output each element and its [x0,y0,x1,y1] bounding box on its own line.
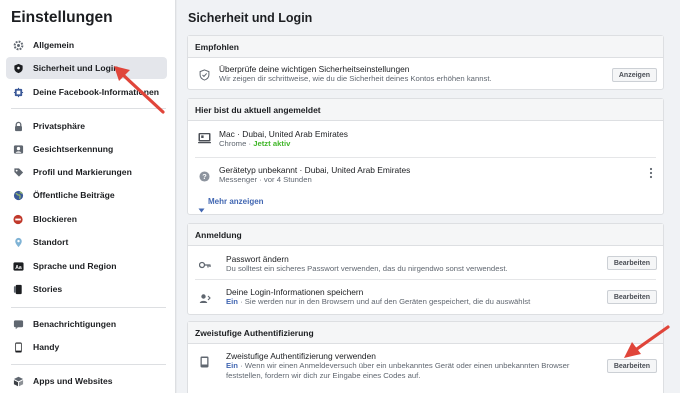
session-separator: · [257,175,264,184]
svg-text:?: ? [202,172,207,181]
sidebar-item-apps-websites[interactable]: Apps und Websites [6,370,167,392]
sidebar-item-stories[interactable]: Stories [6,278,167,300]
two-factor-row[interactable]: Zweistufige Authentifizierung verwenden … [188,344,663,393]
settings-sidebar: Einstellungen Allgemein Sicherheit und L… [0,0,176,393]
sidebar-item-label: Allgemein [33,40,75,50]
sidebar-item-profil-markierungen[interactable]: Profil und Markierungen [6,161,167,183]
sidebar-item-standort[interactable]: Standort [6,231,167,253]
bell-icon [13,319,24,330]
sidebar-item-benachrichtigungen[interactable]: Benachrichtigungen [6,313,167,335]
sidebar-item-label: Standort [33,237,69,247]
change-password-row[interactable]: Passwort ändern Du solltest ein sicheres… [188,246,663,279]
sidebar-item-label: Blockieren [33,214,77,224]
card-header: Empfohlen [188,36,663,58]
show-more-label: Mehr anzeigen [208,197,264,206]
laptop-icon [198,131,211,149]
sidebar-divider [11,108,166,109]
two-factor-subtitle-line2: feststellen, fordern wir dich zur Eingab… [226,371,421,380]
sidebar-item-privatsphaere[interactable]: Privatsphäre [6,115,167,137]
save-login-subtitle: · Sie werden nur in den Browsern und auf… [237,297,531,306]
session-status-active: Jetzt aktiv [253,139,291,148]
sidebar-item-facebook-info[interactable]: Deine Facebook-Informationen [6,81,167,103]
language-icon: Aa [13,261,24,272]
shield-icon [13,63,24,74]
unknown-device-icon: ? [199,169,210,187]
sidebar-item-label: Benachrichtigungen [33,319,117,329]
sidebar-item-label: Stories [33,284,63,294]
save-login-row[interactable]: Deine Login-Informationen speichern Ein … [188,280,663,314]
card-header: Zweistufige Authentifizierung [188,322,663,344]
sidebar-divider [11,307,166,308]
shield-check-icon [199,68,210,86]
page-title: Sicherheit und Login [188,11,313,25]
card-header: Hier bist du aktuell angemeldet [188,99,663,121]
session-time: vor 4 Stunden [263,175,312,184]
password-subtitle: Du solltest ein sicheres Passwort verwen… [226,264,508,273]
save-login-meta: Ein · Sie werden nur in den Browsern und… [226,296,530,307]
edit-save-login-button[interactable]: Bearbeiten [606,290,657,304]
session-app: Chrome [219,139,247,148]
session-app: Messenger [219,175,258,184]
save-login-state: Ein [226,297,238,306]
session-meta: Messenger · vor 4 Stunden [219,174,312,185]
facebook-info-icon [13,87,24,98]
sidebar-title: Einstellungen [11,9,113,26]
block-icon [13,214,24,225]
sessions-card: Hier bist du aktuell angemeldet Mac · Du… [187,98,664,215]
edit-password-button[interactable]: Bearbeiten [606,256,657,270]
sidebar-item-label: Sprache und Region [33,261,117,271]
main-content: Sicherheit und Login Empfohlen Überprüfe… [177,0,680,393]
tag-icon [13,167,24,178]
sidebar-item-label: Apps und Websites [33,376,113,386]
sidebar-item-gesichtserkennung[interactable]: Gesichtserkennung [6,138,167,160]
sidebar-item-blockieren[interactable]: Blockieren [6,208,167,230]
show-more-link[interactable]: Mehr anzeigen [188,194,663,213]
sidebar-item-label: Gesichtserkennung [33,144,114,154]
key-icon [198,257,211,275]
session-row[interactable]: Mac · Dubai, United Arab Emirates Chrome… [188,121,663,156]
checkup-subtitle: Wir zeigen dir schrittweise, wie du die … [219,74,492,83]
security-checkup-row[interactable]: Überprüfe deine wichtigen Sicherheitsein… [188,58,663,90]
more-options-icon[interactable] [649,166,653,184]
sidebar-item-allgemein[interactable]: Allgemein [6,34,167,56]
recommended-card: Empfohlen Überprüfe deine wichtigen Sich… [187,35,664,90]
sidebar-item-sicherheit[interactable]: Sicherheit und Login [6,57,167,79]
sidebar-divider [11,364,166,365]
two-factor-icon [199,355,210,373]
globe-icon [13,190,24,201]
session-row[interactable]: ? Gerätetyp unbekannt · Dubai, United Ar… [188,158,663,191]
session-meta: Chrome · Jetzt aktiv [219,138,290,149]
two-factor-state: Ein [226,361,238,370]
sidebar-item-label: Handy [33,342,60,352]
face-recognition-icon [13,144,24,155]
two-factor-subtitle: · Wenn wir einen Anmeldeversuch über ein… [237,361,570,370]
view-button[interactable]: Anzeigen [611,68,657,82]
two-factor-card: Zweistufige Authentifizierung Zweistufig… [187,321,664,393]
stories-icon [13,284,24,295]
sidebar-item-handy[interactable]: Handy [6,336,167,358]
sidebar-item-oeffentliche-beitraege[interactable]: Öffentliche Beiträge [6,184,167,206]
card-header: Anmeldung [188,224,663,246]
sidebar-item-sprache-region[interactable]: Aa Sprache und Region [6,255,167,277]
edit-two-factor-button[interactable]: Bearbeiten [606,359,657,373]
caret-down-icon [198,200,205,218]
sidebar-item-label: Öffentliche Beiträge [33,190,115,200]
login-save-icon [199,291,211,309]
phone-icon [13,341,24,353]
sidebar-item-label: Deine Facebook-Informationen [33,87,160,97]
sidebar-item-label: Sicherheit und Login [33,63,119,73]
sidebar-item-label: Privatsphäre [33,121,86,131]
sidebar-item-label: Profil und Markierungen [33,167,132,177]
svg-text:Aa: Aa [15,264,22,270]
login-card: Anmeldung Passwort ändern Du solltest ei… [187,223,664,315]
apps-icon [13,376,24,387]
lock-icon [13,121,24,132]
location-icon [13,237,24,248]
gear-icon [13,40,24,51]
